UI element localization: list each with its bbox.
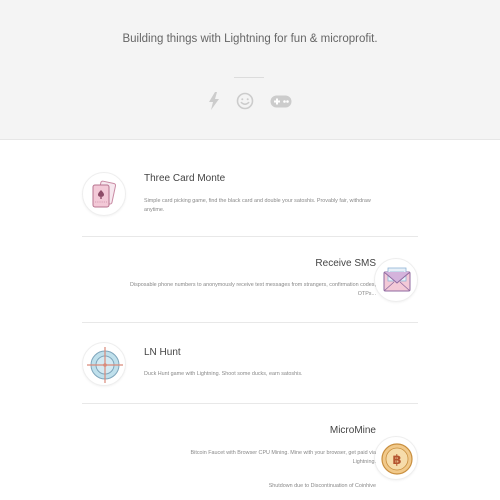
bitcoin-coin-icon: ฿ <box>374 436 418 480</box>
playing-cards-icon <box>82 172 126 216</box>
project-micromine[interactable]: ฿ MicroMine Bitcoin Faucet with Browser … <box>82 422 418 494</box>
divider <box>82 236 418 237</box>
svg-text:฿: ฿ <box>392 453 401 468</box>
lightning-icon[interactable] <box>208 92 220 110</box>
hero-icon-row <box>0 92 500 112</box>
project-description: Bitcoin Faucet with Browser CPU Mining. … <box>190 450 376 465</box>
project-three-card-monte[interactable]: Three Card Monte Simple card picking gam… <box>82 170 418 230</box>
smiley-icon[interactable] <box>236 92 254 110</box>
project-title[interactable]: MicroMine <box>330 425 376 436</box>
project-description: Simple card picking game, find the black… <box>144 198 371 213</box>
project-title[interactable]: LN Hunt <box>144 347 181 358</box>
gamepad-icon[interactable] <box>270 95 292 108</box>
project-title[interactable]: Three Card Monte <box>144 173 225 184</box>
crosshair-icon <box>82 342 126 386</box>
project-description: Disposable phone numbers to anonymously … <box>130 282 376 297</box>
divider <box>82 322 418 323</box>
tagline: Building things with Lightning for fun &… <box>122 33 378 45</box>
divider <box>82 403 418 404</box>
envelope-icon <box>374 258 418 302</box>
hero-divider <box>234 77 264 78</box>
project-title[interactable]: Receive SMS <box>315 258 376 269</box>
project-status-note: Shutdown due to Discontinuation of Coinh… <box>268 483 376 489</box>
project-description: Duck Hunt game with Lightning. Shoot som… <box>144 371 303 377</box>
project-ln-hunt[interactable]: LN Hunt Duck Hunt game with Lightning. S… <box>82 340 418 395</box>
hero-header: Building things with Lightning for fun &… <box>0 0 500 140</box>
project-receive-sms[interactable]: Receive SMS Disposable phone numbers to … <box>82 255 418 315</box>
